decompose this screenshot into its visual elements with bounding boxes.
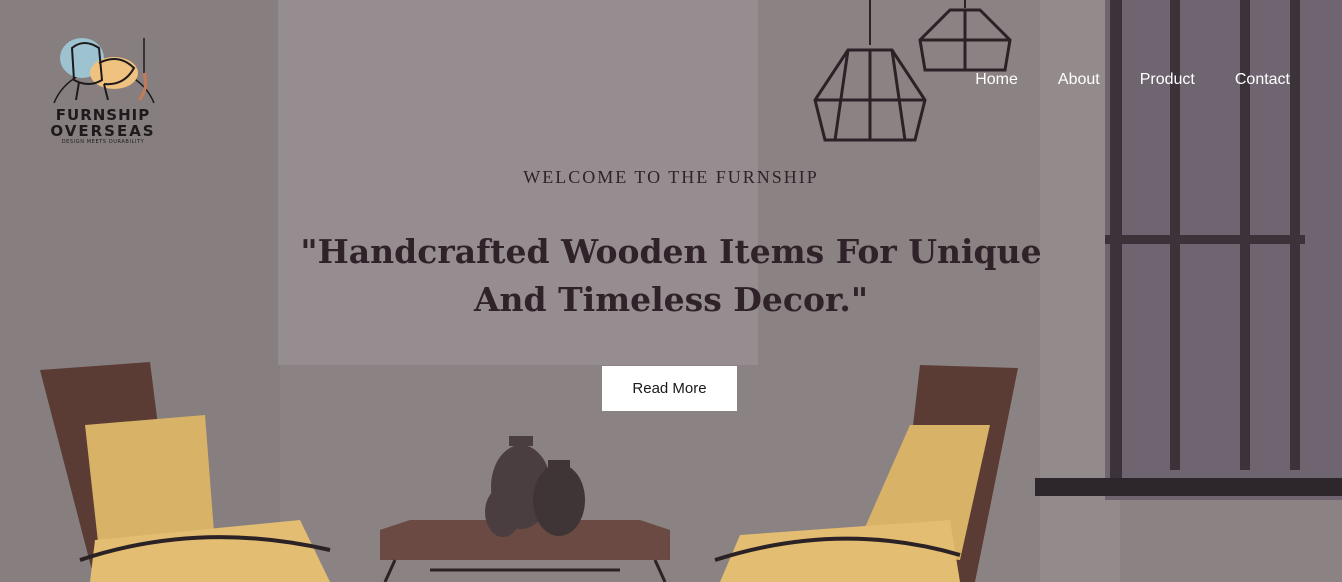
main-nav: Home About Product Contact [975, 71, 1290, 89]
brand-name-line2: OVERSEAS [50, 122, 156, 140]
nav-item-contact[interactable]: Contact [1235, 71, 1290, 89]
nav-item-home[interactable]: Home [975, 71, 1018, 89]
hero-headline: "Handcrafted Wooden Items For Unique And… [300, 232, 1042, 319]
hero-section: FURNSHIP OVERSEAS DESIGN MEETS DURABILIT… [0, 0, 1342, 582]
brand-logo[interactable]: FURNSHIP OVERSEAS DESIGN MEETS DURABILIT… [40, 18, 166, 148]
nav-item-product[interactable]: Product [1140, 71, 1195, 89]
hero-eyebrow: WELCOME TO THE FURNSHIP [523, 167, 819, 187]
logo-chair-icon [53, 38, 155, 104]
brand-tagline: DESIGN MEETS DURABILITY [61, 139, 145, 145]
nav-item-about[interactable]: About [1058, 71, 1100, 89]
read-more-button[interactable]: Read More [602, 366, 737, 411]
